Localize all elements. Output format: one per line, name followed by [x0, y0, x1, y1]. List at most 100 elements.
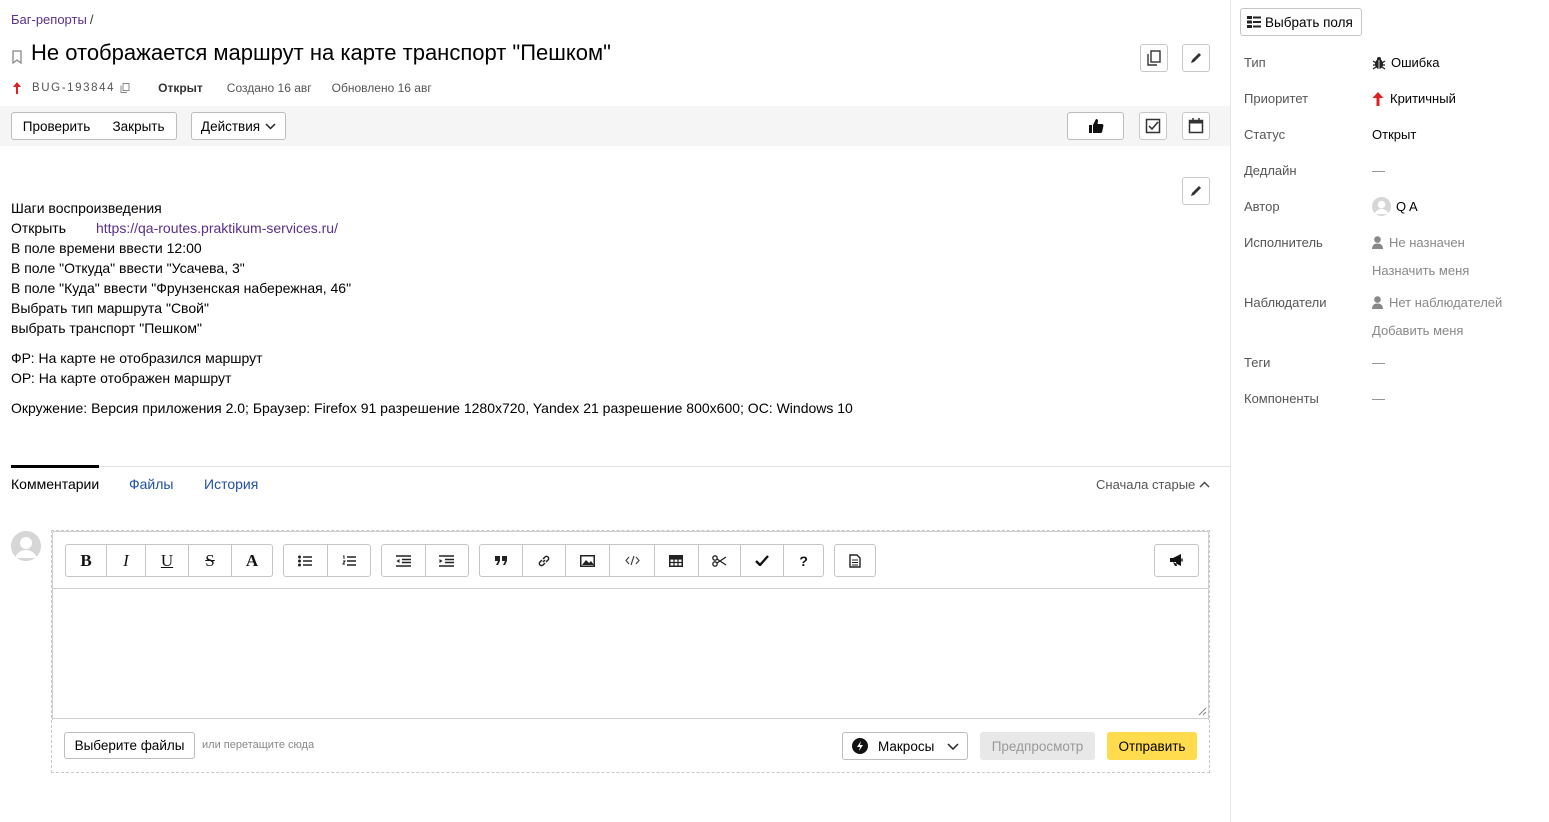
breadcrumb-link-bug-reports[interactable]: Баг-репорты: [11, 12, 87, 27]
priority-arrow-icon: [1372, 91, 1384, 106]
outdent-icon: [395, 554, 411, 567]
document-icon: [849, 553, 861, 568]
tab-comments[interactable]: Комментарии: [11, 476, 99, 492]
actions-label: Действия: [200, 118, 261, 134]
font-size-button[interactable]: A: [232, 545, 272, 576]
field-label-followers: Наблюдатели: [1244, 295, 1327, 310]
step-1: В поле времени ввести 12:00: [11, 240, 202, 256]
field-label-author: Автор: [1244, 199, 1280, 214]
step-3: В поле "Куда" ввести "Фрунзенская набере…: [11, 280, 352, 296]
close-button[interactable]: Закрыть: [101, 112, 177, 140]
priority-arrow-icon: [12, 82, 22, 94]
edit-title-button[interactable]: [1182, 44, 1210, 72]
like-button[interactable]: [1067, 112, 1124, 140]
italic-button[interactable]: I: [107, 545, 146, 576]
choose-files-button[interactable]: Выберите файлы: [64, 732, 195, 759]
sort-label: Сначала старые: [1096, 477, 1196, 492]
field-value-tags[interactable]: —: [1372, 355, 1385, 370]
active-tab-indicator: [11, 465, 99, 468]
field-value-author[interactable]: Q A: [1372, 197, 1418, 216]
macros-dropdown[interactable]: Макросы: [842, 732, 968, 760]
sort-toggle[interactable]: Сначала старые: [1096, 477, 1210, 492]
tab-files[interactable]: Файлы: [129, 476, 173, 492]
environment: Окружение: Версия приложения 2.0; Браузе…: [11, 400, 853, 416]
bold-button[interactable]: B: [66, 545, 107, 576]
check-button[interactable]: Проверить: [11, 112, 102, 140]
tab-history[interactable]: История: [204, 476, 258, 492]
link-button[interactable]: [523, 545, 566, 576]
field-value-type[interactable]: Ошибка: [1372, 55, 1439, 70]
issue-key[interactable]: BUG-193844: [32, 82, 115, 94]
outdent-button[interactable]: [382, 545, 426, 576]
field-label-type: Тип: [1244, 55, 1266, 70]
chevron-down-icon: [947, 742, 959, 750]
help-button[interactable]: ?: [784, 545, 823, 576]
bookmark-icon[interactable]: [11, 50, 25, 64]
resize-handle-icon[interactable]: [1198, 707, 1207, 716]
image-button[interactable]: [566, 545, 611, 576]
tabs-divider: [11, 466, 1230, 467]
template-group: [834, 544, 876, 577]
announce-button[interactable]: [1155, 545, 1198, 576]
image-icon: [579, 554, 595, 567]
assignee-value: Не назначен: [1389, 235, 1465, 250]
thumbs-up-icon: [1088, 118, 1104, 134]
checkmark-button[interactable]: [741, 545, 785, 576]
bug-icon: [1372, 56, 1386, 70]
code-button[interactable]: [610, 545, 655, 576]
checkbox-icon: [1145, 118, 1161, 134]
followers-value: Нет наблюдателей: [1389, 295, 1503, 310]
field-value-assignee[interactable]: Не назначен: [1372, 235, 1465, 250]
underline-button[interactable]: U: [146, 545, 189, 576]
comment-editor: B I U S A ? Выберите файлы или перетащит…: [51, 530, 1210, 773]
send-button[interactable]: Отправить: [1107, 732, 1197, 760]
field-value-deadline[interactable]: —: [1372, 163, 1385, 178]
add-me-link[interactable]: Добавить меня: [1372, 323, 1463, 338]
select-fields-button[interactable]: Выбрать поля: [1240, 8, 1362, 36]
table-button[interactable]: [655, 545, 699, 576]
quote-icon: [494, 555, 508, 566]
field-value-priority[interactable]: Критичный: [1372, 91, 1456, 106]
preview-button[interactable]: Предпросмотр: [980, 732, 1095, 760]
quote-button[interactable]: [480, 545, 523, 576]
field-label-status: Статус: [1244, 127, 1286, 142]
field-value-status[interactable]: Открыт: [1372, 127, 1416, 142]
macros-label: Макросы: [878, 738, 935, 754]
indent-group: [381, 544, 469, 577]
priority-value: Критичный: [1390, 91, 1456, 106]
bullet-list-button[interactable]: [284, 545, 328, 576]
calendar-button[interactable]: [1182, 112, 1210, 140]
chevron-up-icon: [1199, 481, 1210, 488]
actions-dropdown[interactable]: Действия: [191, 112, 286, 140]
expected-result: ОР: На карте отображен маршрут: [11, 370, 232, 386]
issue-main-panel: Баг-репорты / Не отображается маршрут на …: [0, 0, 1231, 822]
field-value-followers[interactable]: Нет наблюдателей: [1372, 295, 1502, 310]
assign-me-link[interactable]: Назначить меня: [1372, 263, 1469, 278]
numbered-list-button[interactable]: [328, 545, 371, 576]
field-value-components[interactable]: —: [1372, 391, 1385, 406]
copy-key-icon[interactable]: [120, 83, 130, 93]
checkmark-icon: [755, 555, 770, 566]
checklist-button[interactable]: [1139, 112, 1167, 140]
actual-result: ФР: На карте не отобразился маршрут: [11, 350, 263, 366]
avatar: [11, 531, 41, 561]
numbered-list-icon: [341, 555, 356, 567]
pencil-icon: [1189, 51, 1203, 65]
strikethrough-button[interactable]: S: [189, 545, 232, 576]
created-date: Создано 16 авг: [226, 81, 312, 95]
field-label-priority: Приоритет: [1244, 91, 1309, 106]
app-link[interactable]: https://qa-routes.praktikum-services.ru/: [96, 220, 338, 236]
list-group: [283, 544, 371, 577]
indent-button[interactable]: [426, 545, 469, 576]
cut-button[interactable]: [699, 545, 742, 576]
table-icon: [669, 554, 684, 567]
template-button[interactable]: [835, 545, 875, 576]
comment-textarea[interactable]: [52, 588, 1209, 719]
copy-link-button[interactable]: [1140, 44, 1168, 72]
updated-date: Обновлено 16 авг: [331, 81, 432, 95]
announce-group: [1154, 544, 1199, 577]
issue-sidebar: Выбрать поля Тип Ошибка Приоритет Критич…: [1230, 0, 1549, 822]
field-label-deadline: Дедлайн: [1244, 163, 1297, 178]
field-label-assignee: Исполнитель: [1244, 235, 1323, 250]
edit-description-button[interactable]: [1182, 177, 1210, 205]
